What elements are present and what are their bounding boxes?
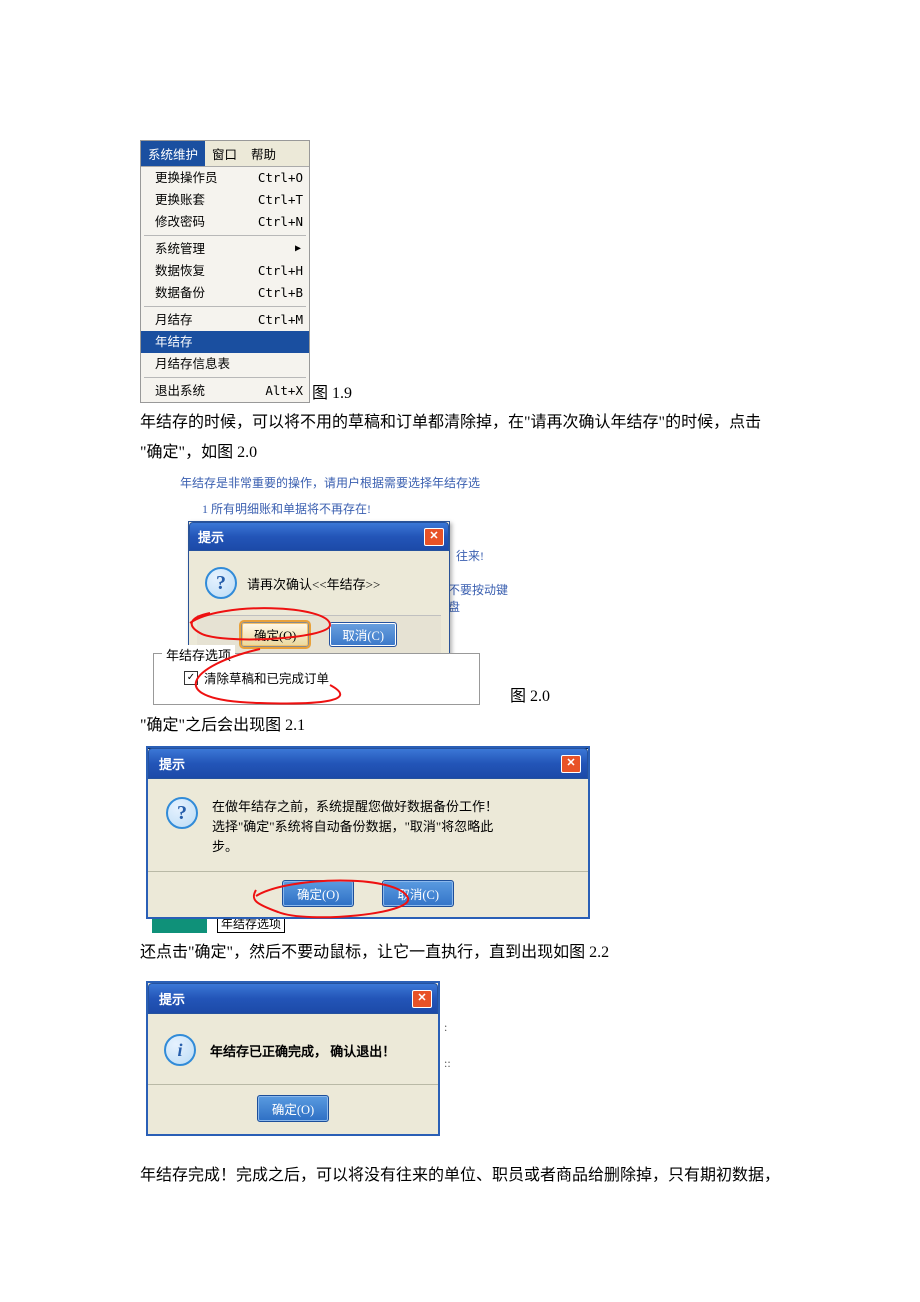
- ok-button[interactable]: 确定(O): [257, 1095, 329, 1122]
- menu-item[interactable]: 退出系统Alt+X: [141, 380, 309, 402]
- menubar-system[interactable]: 系统维护: [141, 141, 205, 166]
- menu-item[interactable]: 更换账套Ctrl+T: [141, 189, 309, 211]
- paragraph-1a: 年结存的时候，可以将不用的草稿和订单都清除掉，在"请再次确认年结存"的时候，点击: [140, 409, 780, 437]
- figure-2-0: 年结存是非常重要的操作，请用户根据需要选择年结存选 1 所有明细账和单据将不再存…: [150, 473, 510, 706]
- menu-item[interactable]: 月结存Ctrl+M: [141, 309, 309, 331]
- paragraph-1b: "确定"，如图 2.0: [140, 439, 780, 467]
- menu-item[interactable]: 月结存信息表: [141, 353, 309, 375]
- menu-item[interactable]: 系统管理▶: [141, 238, 309, 260]
- ok-button[interactable]: 确定(O): [282, 880, 354, 907]
- done-dialog: 提示 ✕ i 年结存已正确完成， 确认退出！ 确定(O): [146, 981, 440, 1136]
- caption-1-9: 图 1.9: [312, 379, 352, 403]
- close-icon[interactable]: ✕: [412, 990, 432, 1008]
- dialog-title: 提示: [198, 527, 224, 546]
- close-icon[interactable]: ✕: [561, 755, 581, 773]
- bg-text-4: 不要按动键盘: [448, 581, 510, 615]
- question-icon: ?: [166, 797, 198, 829]
- menubar-help[interactable]: 帮助: [244, 141, 283, 166]
- year-close-options-group: 年结存选项 ✓ 清除草稿和已完成订单: [153, 653, 480, 705]
- menubar: 系统维护 窗口 帮助: [141, 141, 309, 167]
- confirm-dialog-1: 提示 ✕ ? 请再次确认<<年结存>> 确定(O) 取消(C): [188, 521, 450, 662]
- bg-text-3: 往来!: [456, 547, 484, 564]
- menu-item[interactable]: 数据备份Ctrl+B: [141, 282, 309, 304]
- question-icon: ?: [205, 567, 237, 599]
- dialog-message: 请再次确认<<年结存>>: [247, 574, 380, 593]
- close-icon[interactable]: ✕: [424, 528, 444, 546]
- clear-drafts-checkbox[interactable]: ✓: [184, 671, 198, 685]
- bg-text-1: 年结存是非常重要的操作，请用户根据需要选择年结存选: [180, 473, 480, 493]
- cancel-button[interactable]: 取消(C): [382, 880, 454, 907]
- dialog-message: 在做年结存之前，系统提醒您做好数据备份工作！ 选择"确定"系统将自动备份数据，"…: [212, 797, 498, 857]
- side-marks: :::: [444, 1009, 451, 1136]
- menu-item[interactable]: 更换操作员Ctrl+O: [141, 167, 309, 189]
- backup-dialog: 提示 ✕ ? 在做年结存之前，系统提醒您做好数据备份工作！ 选择"确定"系统将自…: [146, 746, 590, 919]
- paragraph-3: 还点击"确定"，然后不要动鼠标，让它一直执行，直到出现如图 2.2: [140, 939, 780, 967]
- paragraph-4: 年结存完成！完成之后，可以将没有往来的单位、职员或者商品给删除掉，只有期初数据，: [140, 1162, 780, 1190]
- cancel-button[interactable]: 取消(C): [329, 622, 397, 647]
- ok-button[interactable]: 确定(O): [241, 622, 309, 647]
- menu-dropdown: 系统维护 窗口 帮助 更换操作员Ctrl+O更换账套Ctrl+T修改密码Ctrl…: [140, 140, 310, 403]
- menu-item[interactable]: 数据恢复Ctrl+H: [141, 260, 309, 282]
- menu-item[interactable]: 年结存: [141, 331, 309, 353]
- menu-item[interactable]: 修改密码Ctrl+N: [141, 211, 309, 233]
- bg-text-2: 1 所有明细账和单据将不再存在!: [202, 499, 480, 519]
- dialog-message: 年结存已正确完成， 确认退出！: [210, 1041, 395, 1060]
- dialog-title: 提示: [159, 989, 185, 1008]
- paragraph-2: "确定"之后会出现图 2.1: [140, 712, 780, 740]
- chevron-right-icon: ▶: [295, 240, 303, 258]
- info-icon: i: [164, 1034, 196, 1066]
- checkbox-label: 清除草稿和已完成订单: [204, 668, 329, 687]
- dialog-title: 提示: [159, 754, 185, 773]
- menubar-window[interactable]: 窗口: [205, 141, 244, 166]
- group-box-legend: 年结存选项: [162, 645, 235, 664]
- caption-2-0: 图 2.0: [510, 682, 550, 706]
